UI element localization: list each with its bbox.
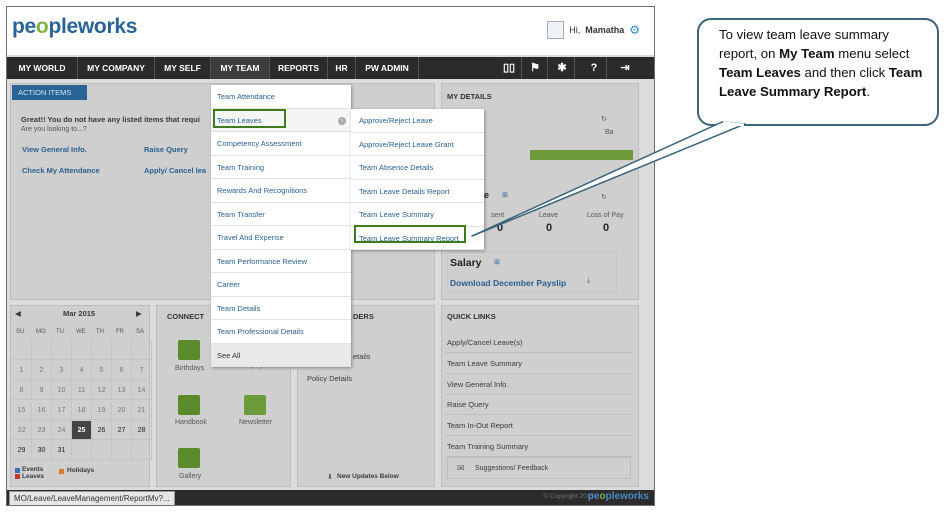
callout-pointer: [471, 121, 746, 237]
